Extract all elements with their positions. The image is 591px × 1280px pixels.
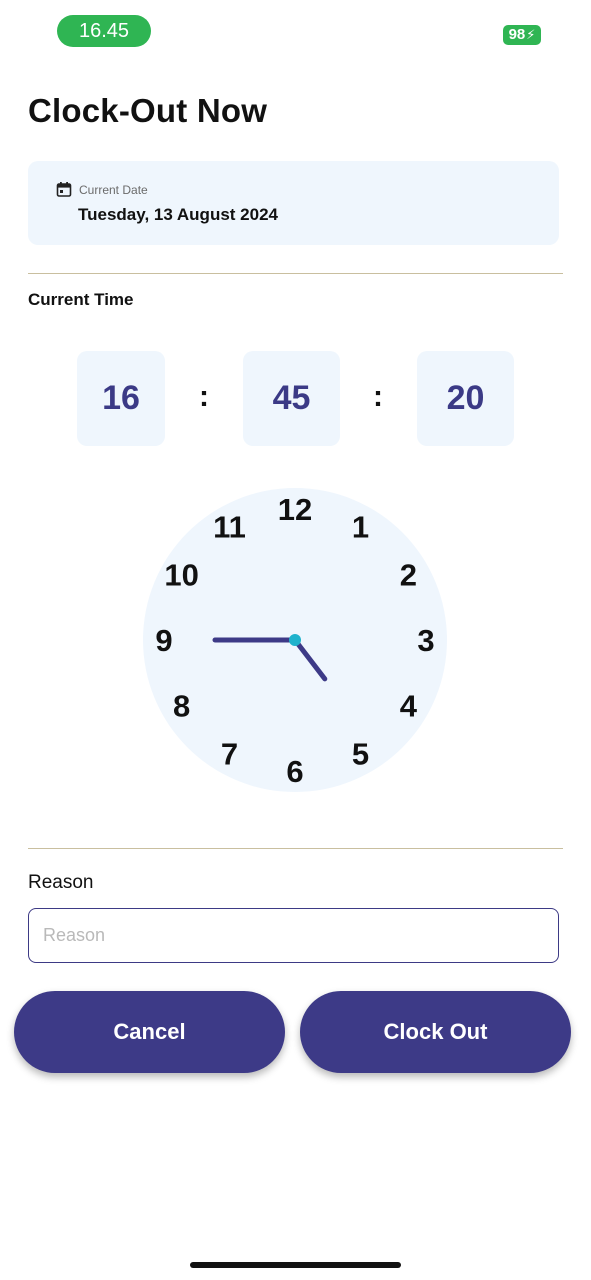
clock-number: 10 xyxy=(164,558,198,593)
divider xyxy=(28,848,563,849)
time-separator: : xyxy=(199,380,209,413)
time-separator: : xyxy=(373,380,383,413)
clock-number: 3 xyxy=(417,623,434,658)
clock-number: 9 xyxy=(155,623,172,658)
clock-number: 8 xyxy=(173,689,190,724)
analog-clock: 121234567891011 xyxy=(143,488,447,792)
minutes-box: 45 xyxy=(243,351,340,446)
current-date-card: Current Date Tuesday, 13 August 2024 xyxy=(28,161,559,245)
calendar-icon xyxy=(56,182,72,197)
current-time-label: Current Time xyxy=(28,290,134,309)
reason-input[interactable] xyxy=(28,908,559,963)
clock-number: 11 xyxy=(213,510,246,545)
home-indicator xyxy=(190,1262,401,1268)
seconds-box: 20 xyxy=(417,351,514,446)
clock-number: 4 xyxy=(400,689,418,724)
clock-center xyxy=(289,634,301,646)
cancel-button[interactable]: Cancel xyxy=(14,991,285,1073)
charging-bolt-icon: ⚡ xyxy=(526,27,536,42)
clock-out-button[interactable]: Clock Out xyxy=(300,991,571,1073)
divider xyxy=(28,273,563,274)
current-date-value: Tuesday, 13 August 2024 xyxy=(78,205,278,224)
current-date-label: Current Date xyxy=(79,183,148,197)
clock-number: 5 xyxy=(352,736,369,771)
clock-number: 2 xyxy=(400,558,417,593)
page-title: Clock-Out Now xyxy=(28,92,268,129)
reason-label: Reason xyxy=(28,872,94,893)
clock-number: 7 xyxy=(221,736,238,771)
clock-number: 1 xyxy=(352,510,369,545)
battery-indicator: 98 ⚡ xyxy=(503,25,541,45)
hours-box: 16 xyxy=(77,351,165,446)
clock-number: 6 xyxy=(286,754,303,789)
clock-number: 12 xyxy=(278,492,312,527)
status-time: 16.45 xyxy=(57,15,151,47)
battery-level: 98 xyxy=(508,26,526,43)
